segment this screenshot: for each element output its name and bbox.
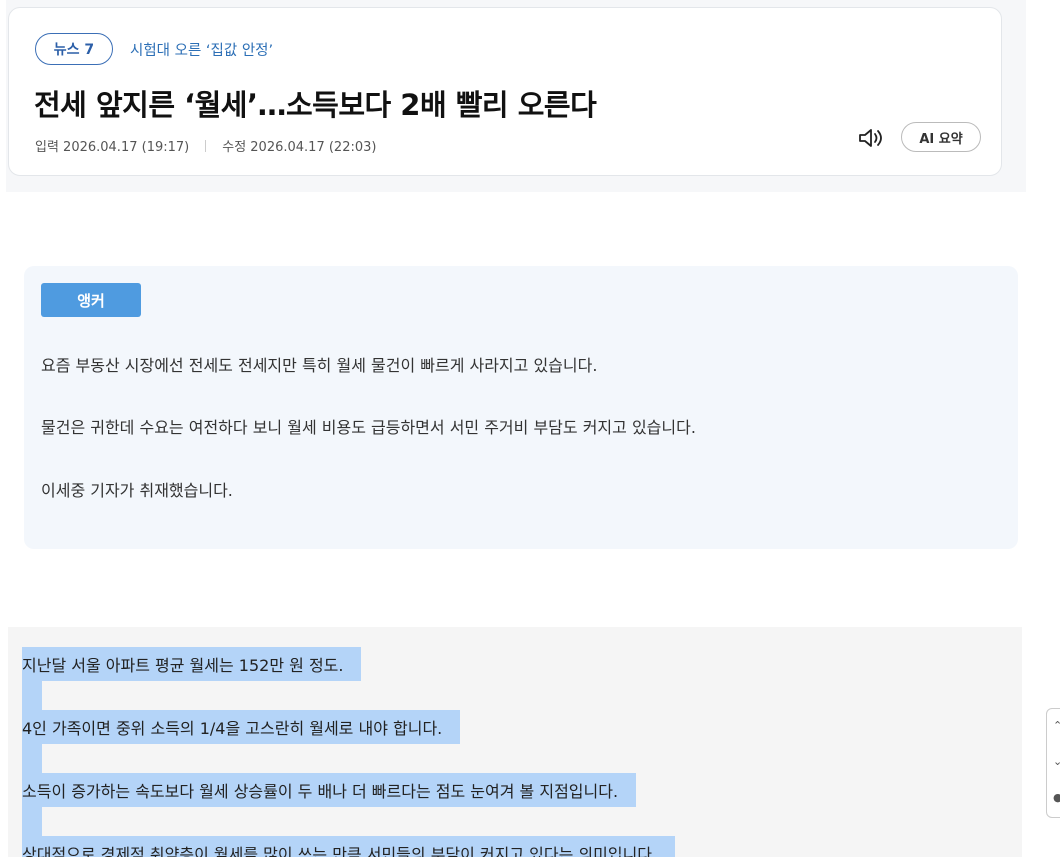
article-timestamps: 입력 2026.04.17 (19:17) 수정 2026.04.17 (22:…: [35, 136, 376, 155]
article-header-area: 뉴스 7 시험대 오른 ‘집값 안정’ 전세 앞지른 ‘월세’…소득보다 2배 …: [6, 0, 1026, 192]
article-body: 지난달 서울 아파트 평균 월세는 152만 원 정도. 4인 가족이면 중위 …: [8, 627, 1022, 857]
body-line: 4인 가족이면 중위 소득의 1/4을 고스란히 월세로 내야 합니다.: [22, 710, 461, 744]
body-line: 지난달 서울 아파트 평균 월세는 152만 원 정도.: [22, 647, 362, 681]
input-time: 입력 2026.04.17 (19:17): [35, 140, 190, 155]
chevron-up-icon[interactable]: ⌃: [1053, 719, 1060, 732]
anchor-line: 물건은 귀한데 수요는 여전하다 보니 월세 비용도 급등하면서 서민 주거비 …: [41, 418, 696, 437]
selection-gap: [22, 744, 42, 774]
anchor-tag: 앵커: [41, 283, 141, 317]
chevron-down-icon[interactable]: ⌄: [1053, 755, 1060, 768]
article-page: 뉴스 7 시험대 오른 ‘집값 안정’ 전세 앞지른 ‘월세’…소득보다 2배 …: [0, 0, 1060, 857]
speaker-icon[interactable]: [857, 126, 887, 150]
kicker-link[interactable]: 시험대 오른 ‘집값 안정’: [130, 39, 273, 60]
article-header-card: 뉴스 7 시험대 오른 ‘집값 안정’ 전세 앞지른 ‘월세’…소득보다 2배 …: [8, 7, 1002, 176]
meta-divider: [205, 139, 207, 152]
selection-gap: [22, 681, 42, 711]
body-line: 소득이 증가하는 속도보다 월세 상승률이 두 배나 더 빠르다는 점도 눈여겨…: [22, 773, 637, 807]
body-line: 상대적으로 경제적 취약층이 월세를 많이 쓰는 만큼 서민들의 부담이 커지고…: [22, 836, 676, 857]
anchor-line: 요즘 부동산 시장에선 전세도 전세지만 특히 월세 물건이 빠르게 사라지고 …: [41, 356, 598, 375]
anchor-intro-box: 앵커 요즘 부동산 시장에선 전세도 전세지만 특히 월세 물건이 빠르게 사라…: [24, 266, 1018, 549]
floating-side-toolbar[interactable]: ⌃ ⌄ ●: [1046, 708, 1060, 818]
article-headline: 전세 앞지른 ‘월세’…소득보다 2배 빨리 오른다: [34, 88, 597, 122]
share-icon[interactable]: ●: [1053, 791, 1060, 804]
program-badge[interactable]: 뉴스 7: [35, 33, 113, 65]
anchor-line: 이세중 기자가 취재했습니다.: [41, 481, 233, 500]
edit-time: 수정 2026.04.17 (22:03): [222, 140, 377, 155]
selection-gap: [22, 807, 42, 837]
ai-summary-button[interactable]: AI 요약: [901, 122, 981, 152]
